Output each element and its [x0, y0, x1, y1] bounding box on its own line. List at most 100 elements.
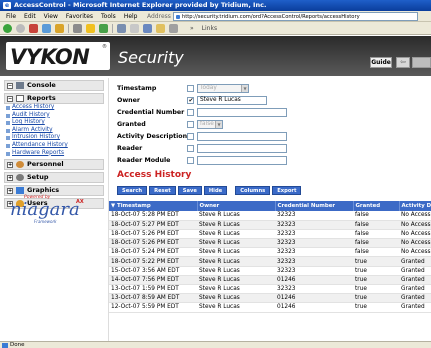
favorites-icon[interactable]	[86, 23, 95, 33]
table-row[interactable]: 13-Oct-07 8:59 AM EDT Steve R Lucas 01246 t…	[109, 293, 431, 304]
guide-button[interactable]: Guide	[370, 57, 392, 68]
sidebar-link-hardware-reports[interactable]: Hardware Reports	[4, 150, 104, 158]
column-header-timestamp[interactable]: ▼ Timestamp	[109, 201, 198, 211]
sidebar-item-label: Setup	[27, 173, 49, 182]
activity-checkbox[interactable]	[187, 133, 194, 140]
reader-module-checkbox[interactable]	[187, 157, 194, 164]
stop-icon[interactable]	[29, 23, 38, 33]
edit-icon[interactable]	[143, 23, 152, 33]
column-header-owner[interactable]: Owner	[197, 201, 276, 211]
results-table: ▼ Timestamp Owner Credential Number Gran…	[109, 201, 431, 313]
table-row[interactable]: 18-Oct-07 5:27 PM EDT Steve R Lucas 32323 f…	[109, 220, 431, 230]
menu-favorites[interactable]: Favorites	[66, 13, 93, 20]
table-cell: Steve R Lucas	[197, 247, 275, 258]
toolbar-separator	[68, 23, 69, 33]
table-row[interactable]: 18-Oct-07 5:22 PM EDT Steve R Lucas 32323 t…	[109, 256, 431, 267]
toolbar-more[interactable]: »	[190, 25, 194, 32]
granted-checkbox[interactable]	[187, 121, 194, 128]
print-icon[interactable]	[130, 23, 139, 33]
table-cell: Granted	[399, 266, 431, 276]
menu-edit[interactable]: Edit	[24, 13, 36, 20]
table-row[interactable]: 14-Oct-07 7:56 PM EDT Steve R Lucas 01246 t…	[109, 275, 431, 286]
search-icon[interactable]	[73, 23, 82, 33]
reset-button[interactable]: Reset	[149, 186, 176, 195]
column-header-granted[interactable]: Granted	[353, 201, 400, 211]
sidebar-link-attendance-history[interactable]: Attendance History	[4, 142, 104, 150]
sidebar-item-setup[interactable]: + Setup	[4, 172, 104, 184]
reader-module-input[interactable]	[197, 156, 287, 165]
links-label[interactable]: Links	[202, 25, 217, 32]
sidebar-item-personnel[interactable]: + Personnel	[4, 159, 104, 171]
search-button[interactable]: Search	[117, 186, 148, 195]
timestamp-select[interactable]: Today ▼	[197, 84, 249, 93]
timestamp-checkbox[interactable]	[187, 85, 194, 92]
table-row[interactable]: 18-Oct-07 5:26 PM EDT Steve R Lucas 32323 f…	[109, 238, 431, 249]
table-cell: 13-Oct-07 8:59 AM EDT	[109, 293, 197, 304]
collapse-icon[interactable]: −	[7, 95, 13, 102]
table-row[interactable]: 13-Oct-07 1:59 PM EDT Steve R Lucas 32323 t…	[109, 284, 431, 295]
home-icon[interactable]	[55, 23, 64, 33]
logo-trademark: ®	[102, 44, 107, 50]
app-banner: VYKON ® Security Guide ⇦	[0, 36, 431, 76]
hide-button[interactable]: Hide	[203, 186, 228, 195]
table-cell: Granted	[399, 284, 431, 295]
folder-icon[interactable]	[156, 23, 165, 33]
table-cell: 32323	[275, 229, 353, 240]
refresh-icon[interactable]	[42, 23, 51, 33]
granted-select[interactable]: false ▼	[197, 120, 223, 129]
filter-owner: Owner Steve R Lucas	[117, 96, 267, 105]
table-cell: 32323	[275, 266, 353, 276]
menu-file[interactable]: File	[6, 13, 16, 20]
sidebar-link-audit-history[interactable]: Audit History	[4, 112, 104, 120]
credential-input[interactable]	[197, 108, 287, 117]
forward-icon[interactable]	[16, 23, 25, 33]
expand-icon[interactable]: +	[7, 187, 13, 194]
table-cell: 18-Oct-07 5:27 PM EDT	[109, 220, 197, 230]
sidebar-item-reports[interactable]: − Reports	[4, 93, 104, 104]
owner-checkbox[interactable]	[187, 96, 194, 105]
menu-help[interactable]: Help	[124, 13, 138, 20]
sidebar-item-label: Graphics	[27, 186, 60, 195]
filter-label: Owner	[117, 97, 141, 104]
table-row[interactable]: 18-Oct-07 5:24 PM EDT Steve R Lucas 32323 f…	[109, 247, 431, 258]
reader-checkbox[interactable]	[187, 145, 194, 152]
history-icon[interactable]	[99, 23, 108, 33]
messenger-icon[interactable]	[169, 23, 178, 33]
sidebar-link-alarm-activity[interactable]: Alarm Activity	[4, 127, 104, 135]
table-cell: 18-Oct-07 5:26 PM EDT	[109, 238, 197, 249]
sidebar-link-intrusion-history[interactable]: Intrusion History	[4, 134, 104, 142]
table-cell: 13-Oct-07 1:59 PM EDT	[109, 284, 197, 295]
collapse-icon[interactable]: −	[7, 82, 13, 89]
menu-view[interactable]: View	[44, 13, 58, 20]
save-button[interactable]: Save	[177, 186, 202, 195]
back-icon[interactable]	[3, 23, 12, 33]
columns-button[interactable]: Columns	[235, 186, 271, 195]
table-cell: 12-Oct-07 5:59 PM EDT	[109, 302, 197, 313]
export-button[interactable]: Export	[272, 186, 302, 195]
table-row[interactable]: 18-Oct-07 5:28 PM EDT Steve R Lucas 32323 f…	[109, 211, 431, 221]
filter-label: Reader	[117, 145, 143, 152]
table-row[interactable]: 18-Oct-07 5:26 PM EDT Steve R Lucas 32323 f…	[109, 229, 431, 240]
address-input[interactable]: http://security.tridium.com/ord?AccessCo…	[172, 12, 418, 21]
sidebar-item-console[interactable]: − Console	[4, 80, 104, 91]
owner-input[interactable]: Steve R Lucas	[197, 96, 267, 105]
expand-icon[interactable]: +	[7, 161, 13, 168]
column-header-credential[interactable]: Credential Number	[275, 201, 354, 211]
expand-icon[interactable]: +	[7, 174, 13, 181]
column-header-activity[interactable]: Activity Description	[399, 201, 431, 211]
table-row[interactable]: 12-Oct-07 5:59 PM EDT Steve R Lucas 01246 t…	[109, 302, 431, 313]
sidebar-link-access-history[interactable]: Access History	[4, 104, 104, 112]
table-cell: Steve R Lucas	[197, 284, 275, 295]
table-row[interactable]: 15-Oct-07 3:56 AM EDT Steve R Lucas 32323 t…	[109, 266, 431, 276]
table-cell: false	[353, 238, 399, 249]
reader-input[interactable]	[197, 144, 287, 153]
credential-checkbox[interactable]	[187, 109, 194, 116]
activity-input[interactable]	[197, 132, 287, 141]
mail-icon[interactable]	[117, 23, 126, 33]
table-cell: Steve R Lucas	[197, 229, 275, 240]
sidebar-link-log-history[interactable]: Log History	[4, 119, 104, 127]
forward-nav-icon[interactable]	[412, 57, 431, 68]
menu-tools[interactable]: Tools	[101, 13, 116, 20]
back-nav-icon[interactable]: ⇦	[396, 57, 410, 68]
table-cell: true	[353, 256, 399, 267]
